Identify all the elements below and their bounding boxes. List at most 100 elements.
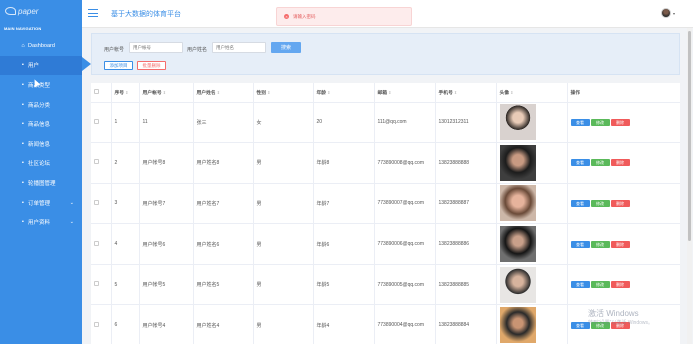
user-icon: ▪ <box>22 62 24 69</box>
avatar-thumbnail[interactable] <box>499 226 536 263</box>
folder-icon: ▪ <box>22 101 24 108</box>
column-header[interactable]: 性别⇕ <box>253 83 314 103</box>
account-search-input[interactable] <box>129 42 183 53</box>
search-button[interactable]: 搜索 <box>271 42 301 53</box>
edit-button[interactable]: 修改 <box>590 281 610 289</box>
name-label: 用户姓名 <box>187 47 208 53</box>
error-icon: × <box>284 14 289 19</box>
edit-button[interactable]: 修改 <box>590 199 610 207</box>
menu-toggle-icon[interactable] <box>88 9 98 17</box>
avatar-thumbnail[interactable] <box>499 185 536 222</box>
detail-button[interactable]: 查看 <box>570 199 590 207</box>
windows-activation-hint: 转到“设置”以激活 Windows。 <box>588 320 654 326</box>
cart-icon: ▪ <box>22 199 24 206</box>
sort-icon: ⇕ <box>510 89 514 95</box>
logo-text: paper <box>18 6 39 16</box>
column-header[interactable]: 序号⇕ <box>111 83 140 103</box>
sidebar-item-forum[interactable]: ▪ 社区论坛 <box>0 154 82 174</box>
delete-button[interactable]: 删除 <box>610 118 630 126</box>
sidebar-item-product-info[interactable]: ▪ 商品信息 <box>0 114 82 134</box>
delete-button[interactable]: 删除 <box>610 199 630 207</box>
caret-down-icon[interactable]: ▾ <box>673 11 675 16</box>
column-header[interactable]: 用户帐号⇕ <box>139 83 194 103</box>
cell-actions: 查看 修改 删除 <box>567 183 680 225</box>
cell-gender: 男 <box>253 264 314 306</box>
row-checkbox[interactable] <box>94 118 99 124</box>
cell-age: 年龄6 <box>313 223 375 265</box>
cell-no: 1 <box>111 102 140 144</box>
cell-name: 用户姓名5 <box>193 264 254 306</box>
delete-button[interactable]: 删除 <box>610 159 630 167</box>
sidebar-item-label: 商品分类 <box>28 102 51 109</box>
cell-avatar <box>496 183 568 225</box>
scrollbar-thumb[interactable] <box>688 31 691 241</box>
page-scrollbar[interactable] <box>687 28 692 344</box>
column-header[interactable]: 手机号⇕ <box>435 83 497 103</box>
grid-icon: ▪ <box>22 81 24 88</box>
row-checkbox[interactable] <box>94 159 99 165</box>
delete-button[interactable]: 删除 <box>610 240 630 248</box>
cell-avatar <box>496 264 568 306</box>
forum-icon: ▪ <box>22 160 24 167</box>
cell-email: 111@qq.com <box>374 102 436 144</box>
cell-phone: 13012312311 <box>435 102 497 144</box>
table-row: 4 用户帐号6 用户姓名6 男年龄6 773890006@qq.com 138238888… <box>91 223 680 265</box>
avatar[interactable] <box>661 8 671 18</box>
avatar-thumbnail[interactable] <box>499 266 536 303</box>
chevron-down-icon: ⌄ <box>69 219 74 226</box>
add-button[interactable]: 添加项目 <box>104 61 133 70</box>
batch-delete-button[interactable]: 批量删除 <box>137 61 166 70</box>
cell-phone: 13823888888 <box>435 142 497 184</box>
sidebar-item-product-type[interactable]: ▪ 商品类型 <box>0 75 82 95</box>
cell-age: 年龄5 <box>313 264 375 306</box>
page-title: 基于大数据的体育平台 <box>111 11 181 18</box>
select-all-checkbox[interactable] <box>94 88 99 94</box>
sort-icon: ⇕ <box>327 89 331 95</box>
cell-age: 20 <box>313 102 375 144</box>
edit-button[interactable]: 修改 <box>590 159 610 167</box>
detail-button[interactable]: 查看 <box>570 321 590 329</box>
cell-account: 用户帐号4 <box>139 304 194 344</box>
column-header[interactable]: 邮箱⇕ <box>374 83 436 103</box>
name-search-input[interactable] <box>212 42 266 53</box>
sidebar-item-label: 用户 <box>28 63 40 70</box>
detail-button[interactable]: 查看 <box>570 159 590 167</box>
toast-message: 请输入密码 <box>293 13 316 19</box>
sidebar-item-users[interactable]: ▪ 用户 <box>0 55 82 76</box>
image-icon: ▪ <box>22 179 24 186</box>
detail-button[interactable]: 查看 <box>570 281 590 289</box>
cell-actions: 查看 修改 删除 <box>567 264 680 306</box>
avatar-thumbnail[interactable] <box>499 104 536 141</box>
cell-email: 773890006@qq.com <box>374 223 436 265</box>
sort-icon: ⇕ <box>388 89 392 95</box>
avatar-thumbnail[interactable] <box>499 307 536 344</box>
sidebar-item-news[interactable]: ▪ 新闻信息 <box>0 134 82 154</box>
edit-button[interactable]: 修改 <box>590 240 610 248</box>
cell-phone: 13823888886 <box>435 223 497 265</box>
detail-button[interactable]: 查看 <box>570 240 590 248</box>
column-header[interactable]: 头像⇕ <box>496 83 568 103</box>
row-checkbox[interactable] <box>94 281 99 287</box>
column-header[interactable]: 年龄⇕ <box>313 83 375 103</box>
sidebar-item-user-profile[interactable]: ▪ 用户资料 ⌄ <box>0 212 82 232</box>
row-checkbox[interactable] <box>94 240 99 246</box>
sidebar-item-dashboard[interactable]: ⌂ Dashboard <box>0 36 82 56</box>
delete-button[interactable]: 删除 <box>610 281 630 289</box>
cell-account: 用户帐号5 <box>139 264 194 306</box>
sidebar-item-carousel[interactable]: ▪ 轮播图管理 <box>0 173 82 193</box>
column-header[interactable]: 用户姓名⇕ <box>193 83 254 103</box>
sidebar-item-orders[interactable]: ▪ 订单管理 ⌄ <box>0 193 82 213</box>
chevron-down-icon: ⌄ <box>69 199 74 206</box>
sidebar-item-product-category[interactable]: ▪ 商品分类 <box>0 95 82 115</box>
cell-no: 2 <box>111 142 140 184</box>
user-table: 序号⇕ 用户帐号⇕ 用户姓名⇕ 性别⇕ 年龄⇕ 邮箱⇕ 手机号⇕ 头像⇕ 操作 … <box>91 83 680 344</box>
search-panel: 用户帐号 用户姓名 搜索 添加项目 批量删除 <box>91 33 680 75</box>
cell-phone: 13823888887 <box>435 183 497 225</box>
detail-button[interactable]: 查看 <box>570 118 590 126</box>
avatar-thumbnail[interactable] <box>499 144 536 181</box>
row-checkbox[interactable] <box>94 199 99 205</box>
cell-account: 用户帐号8 <box>139 142 194 184</box>
row-checkbox[interactable] <box>94 321 99 327</box>
table-row: 1 11 张三女 20 111@qq.com 13012312311 查看 修改 删除 <box>91 102 680 144</box>
edit-button[interactable]: 修改 <box>590 118 610 126</box>
